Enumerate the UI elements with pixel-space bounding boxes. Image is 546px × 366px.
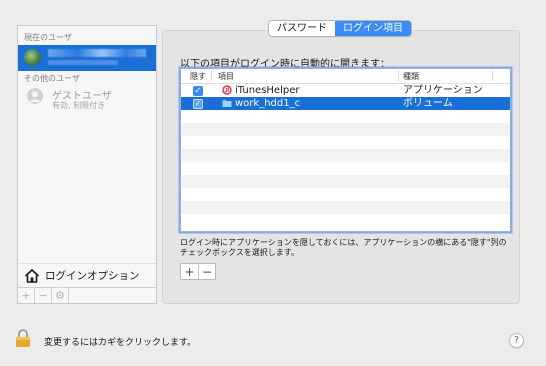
empty-row	[181, 110, 510, 123]
itunes-helper-icon	[222, 85, 232, 95]
table-body: ✓ iTunesHelper アプリケーション ✓ work_hdd1_c ボリ…	[181, 84, 510, 227]
remove-login-item-button[interactable]: −	[198, 264, 215, 279]
guest-user-status: 有効, 制限付き	[52, 101, 106, 110]
login-item-name: work_hdd1_c	[235, 98, 301, 109]
login-options-button[interactable]: ログインオプション	[18, 263, 156, 287]
tab-bar: パスワード ログイン項目	[268, 20, 412, 37]
empty-row	[181, 201, 510, 214]
current-user-subtitle	[48, 60, 118, 65]
hide-checkbox[interactable]: ✓	[193, 85, 203, 96]
folder-icon	[222, 100, 232, 107]
current-user-name	[48, 49, 146, 57]
lock-instruction: 変更するにはカギをクリックします。	[44, 338, 197, 348]
users-list-panel: 現在のユーザ その他のユーザ ゲストユーザ 有効, 制限付き ログインオプション…	[17, 25, 157, 304]
hide-checkbox[interactable]: ✓	[193, 98, 203, 109]
empty-row	[181, 149, 510, 162]
current-user-row[interactable]	[18, 45, 156, 71]
tab-password[interactable]: パスワード	[269, 21, 335, 36]
login-item-name: iTunesHelper	[235, 85, 300, 96]
column-divider	[211, 71, 212, 81]
add-login-item-button[interactable]: +	[181, 264, 198, 279]
empty-row	[181, 123, 510, 136]
column-divider	[492, 71, 493, 81]
guest-user-row[interactable]: ゲストユーザ 有効, 制限付き	[18, 83, 156, 113]
add-user-button[interactable]: +	[18, 288, 35, 303]
help-button[interactable]: ?	[509, 333, 524, 348]
table-header: 隠す 項目 種類	[181, 69, 510, 84]
login-options-label: ログインオプション	[45, 270, 140, 282]
user-actions-gear-icon[interactable]: ⚙	[52, 288, 69, 303]
column-header-hide[interactable]: 隠す	[190, 71, 206, 82]
users-toolbar: + − ⚙	[18, 287, 156, 303]
empty-row	[181, 136, 510, 149]
login-item-kind: ボリューム	[403, 98, 453, 109]
hide-instructions: ログイン時にアプリケーションを隠しておくには、アプリケーションの横にある"隠す"…	[180, 238, 507, 257]
empty-row	[181, 175, 510, 188]
table-row[interactable]: ✓ work_hdd1_c ボリューム	[181, 97, 510, 110]
login-items-table[interactable]: 隠す 項目 種類 ✓ iTunesHelper アプリケーション ✓ work_…	[180, 68, 511, 232]
empty-row	[181, 188, 510, 201]
empty-row	[181, 162, 510, 175]
remove-user-button[interactable]: −	[35, 288, 52, 303]
column-header-item[interactable]: 項目	[218, 71, 234, 82]
current-users-label: 現在のユーザ	[24, 33, 72, 42]
login-items-buttons: + −	[180, 263, 216, 280]
table-row[interactable]: ✓ iTunesHelper アプリケーション	[181, 84, 510, 97]
column-divider	[398, 71, 399, 81]
tab-login-items[interactable]: ログイン項目	[335, 21, 411, 36]
column-header-kind[interactable]: 種類	[403, 71, 419, 82]
guest-avatar-icon	[27, 88, 43, 104]
home-icon	[24, 268, 40, 283]
current-user-avatar	[24, 49, 41, 66]
empty-row	[181, 214, 510, 227]
login-item-kind: アプリケーション	[403, 85, 483, 96]
lock-icon[interactable]	[15, 328, 31, 348]
